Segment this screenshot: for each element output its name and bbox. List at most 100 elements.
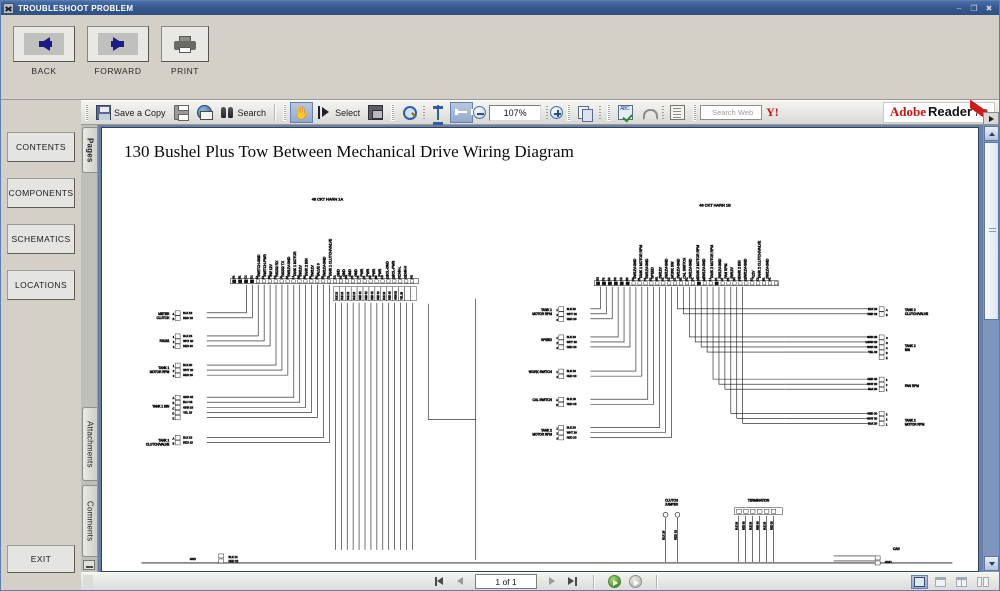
forward-button[interactable]: [87, 26, 149, 62]
svg-text:TANK 2 MOTOR RPM: TANK 2 MOTOR RPM: [710, 245, 714, 279]
sidebar-item-contents[interactable]: CONTENTS: [7, 132, 75, 162]
zoom-in-icon[interactable]: [550, 106, 564, 119]
print-toolbar-button[interactable]: [170, 102, 193, 123]
tab-attachments[interactable]: Attachments: [82, 407, 97, 481]
svg-text:PWR: PWR: [366, 268, 370, 277]
toolbar-grip-2[interactable]: [283, 104, 287, 121]
single-page-view-button[interactable]: [911, 574, 928, 589]
toolbar-grip-3[interactable]: [391, 104, 395, 121]
svg-text:BLK 18: BLK 18: [736, 521, 739, 530]
forward-nav-item[interactable]: FORWARD: [87, 26, 149, 76]
svg-text:BLK 18: BLK 18: [567, 397, 577, 401]
page-indicator[interactable]: 1 of 1: [475, 574, 537, 589]
spell-check-button[interactable]: [614, 102, 637, 123]
previous-view-icon[interactable]: [608, 575, 621, 588]
last-page-icon[interactable]: [566, 575, 579, 588]
zoom-in-tool-icon: [402, 105, 418, 120]
svg-text:BIN: BIN: [905, 348, 911, 352]
continuous-view-button[interactable]: [932, 575, 949, 589]
svg-text:SW12V-GND: SW12V-GND: [322, 256, 326, 277]
svg-text:TERMINATION: TERMINATION: [748, 499, 770, 503]
svg-text:3: 3: [173, 346, 175, 349]
svg-text:E: E: [886, 357, 888, 360]
zoom-tool-button[interactable]: [398, 102, 421, 123]
sidebar-item-locations[interactable]: LOCATIONS: [7, 270, 75, 300]
print-button[interactable]: [161, 26, 209, 62]
snapshot-button[interactable]: [364, 102, 387, 123]
organize-pages-dropdown[interactable]: [599, 105, 602, 120]
yahoo-icon[interactable]: Y!: [762, 105, 783, 120]
svg-text:R1: R1: [684, 277, 688, 281]
search-button[interactable]: Search: [216, 102, 271, 123]
svg-text:CAL SWITCH: CAL SWITCH: [533, 398, 553, 402]
select-tool-button[interactable]: Select: [313, 102, 364, 123]
back-nav-item[interactable]: BACK: [13, 26, 75, 76]
first-page-icon[interactable]: [433, 575, 446, 588]
fit-height-button[interactable]: [427, 102, 450, 125]
email-icon: [196, 105, 213, 120]
zoom-level-dropdown[interactable]: [546, 105, 549, 120]
next-view-icon[interactable]: [629, 575, 642, 588]
document-properties-button[interactable]: [666, 102, 689, 123]
svg-text:B2: B2: [625, 277, 629, 281]
facing-view-button[interactable]: [974, 575, 991, 589]
search-web-input[interactable]: Search Web: [700, 105, 763, 120]
scroll-up-icon[interactable]: [984, 126, 999, 141]
arrow-left-icon: [24, 33, 64, 55]
toolbar-grip-6[interactable]: [693, 104, 697, 121]
collapse-panel-button[interactable]: [83, 560, 95, 570]
toolbar-grip[interactable]: [85, 104, 88, 121]
fit-width-button[interactable]: [450, 102, 475, 123]
tab-pages-label: Pages: [85, 137, 95, 163]
maximize-icon[interactable]: ❐: [969, 4, 979, 13]
previous-page-icon[interactable]: [454, 575, 467, 588]
svg-text:RED 18: RED 18: [770, 521, 773, 530]
save-a-copy-button[interactable]: Save a Copy: [92, 102, 170, 123]
minimize-icon[interactable]: –: [954, 4, 964, 13]
tab-pages[interactable]: Pages: [82, 127, 97, 173]
svg-text:D1: D1: [750, 277, 754, 281]
svg-text:GND: GND: [190, 557, 196, 561]
scroll-top-button[interactable]: [983, 112, 999, 125]
continuous-facing-view-button[interactable]: [953, 575, 970, 589]
document-viewport[interactable]: 130 Bushel Plus Tow Between Mechanical D…: [98, 125, 982, 572]
svg-text:RED 12: RED 12: [359, 291, 362, 300]
zoom-tool-dropdown[interactable]: [423, 105, 426, 120]
svg-text:W1: W1: [344, 274, 348, 278]
sidebar-item-components[interactable]: COMPONENTS: [7, 178, 75, 208]
svg-text:RED 20: RED 20: [567, 317, 577, 321]
svg-text:SOL-PWR: SOL-PWR: [392, 260, 396, 276]
tab-comments[interactable]: Comments: [82, 485, 97, 557]
print-nav-item[interactable]: PRINT: [161, 26, 209, 76]
toolbar-grip-5[interactable]: [607, 104, 611, 121]
svg-text:1: 1: [556, 337, 558, 340]
hand-tool-button[interactable]: ✋: [290, 102, 314, 123]
zoom-level-input[interactable]: 107%: [489, 104, 542, 121]
vertical-scrollbar[interactable]: [982, 125, 999, 572]
svg-text:RED 20: RED 20: [183, 344, 193, 348]
svg-text:SWITCH-GND: SWITCH-GND: [257, 254, 261, 277]
svg-text:3: 3: [886, 413, 888, 416]
svg-text:N1: N1: [696, 277, 700, 281]
svg-text:SW12V-GND: SW12V-GND: [633, 258, 637, 279]
svg-text:TANK 2 CLUTCH/VALVE: TANK 2 CLUTCH/VALVE: [758, 240, 762, 279]
exit-button[interactable]: EXIT: [7, 545, 75, 573]
scrollbar-thumb[interactable]: [984, 142, 999, 320]
zoom-out-icon[interactable]: [473, 106, 487, 119]
organize-pages-button[interactable]: [574, 102, 597, 123]
undo-dropdown[interactable]: [662, 105, 665, 120]
svg-text:RED 18: RED 18: [567, 374, 577, 378]
brand-adobe-label: Adobe: [889, 104, 927, 119]
email-button[interactable]: [193, 102, 216, 123]
close-icon[interactable]: ✖: [984, 4, 994, 13]
navigation-tab-strip: Pages Attachments Comments: [81, 125, 98, 572]
sidebar-item-schematics[interactable]: SCHEMATICS: [7, 224, 75, 254]
undo-button[interactable]: [637, 102, 660, 123]
svg-text:WHT 20: WHT 20: [567, 430, 578, 434]
back-button[interactable]: [13, 26, 75, 62]
status-separator-2: [656, 574, 657, 589]
toolbar-grip-4[interactable]: [567, 104, 571, 121]
scroll-down-icon[interactable]: [984, 556, 999, 571]
svg-text:A1: A1: [232, 275, 236, 279]
next-page-icon[interactable]: [545, 575, 558, 588]
